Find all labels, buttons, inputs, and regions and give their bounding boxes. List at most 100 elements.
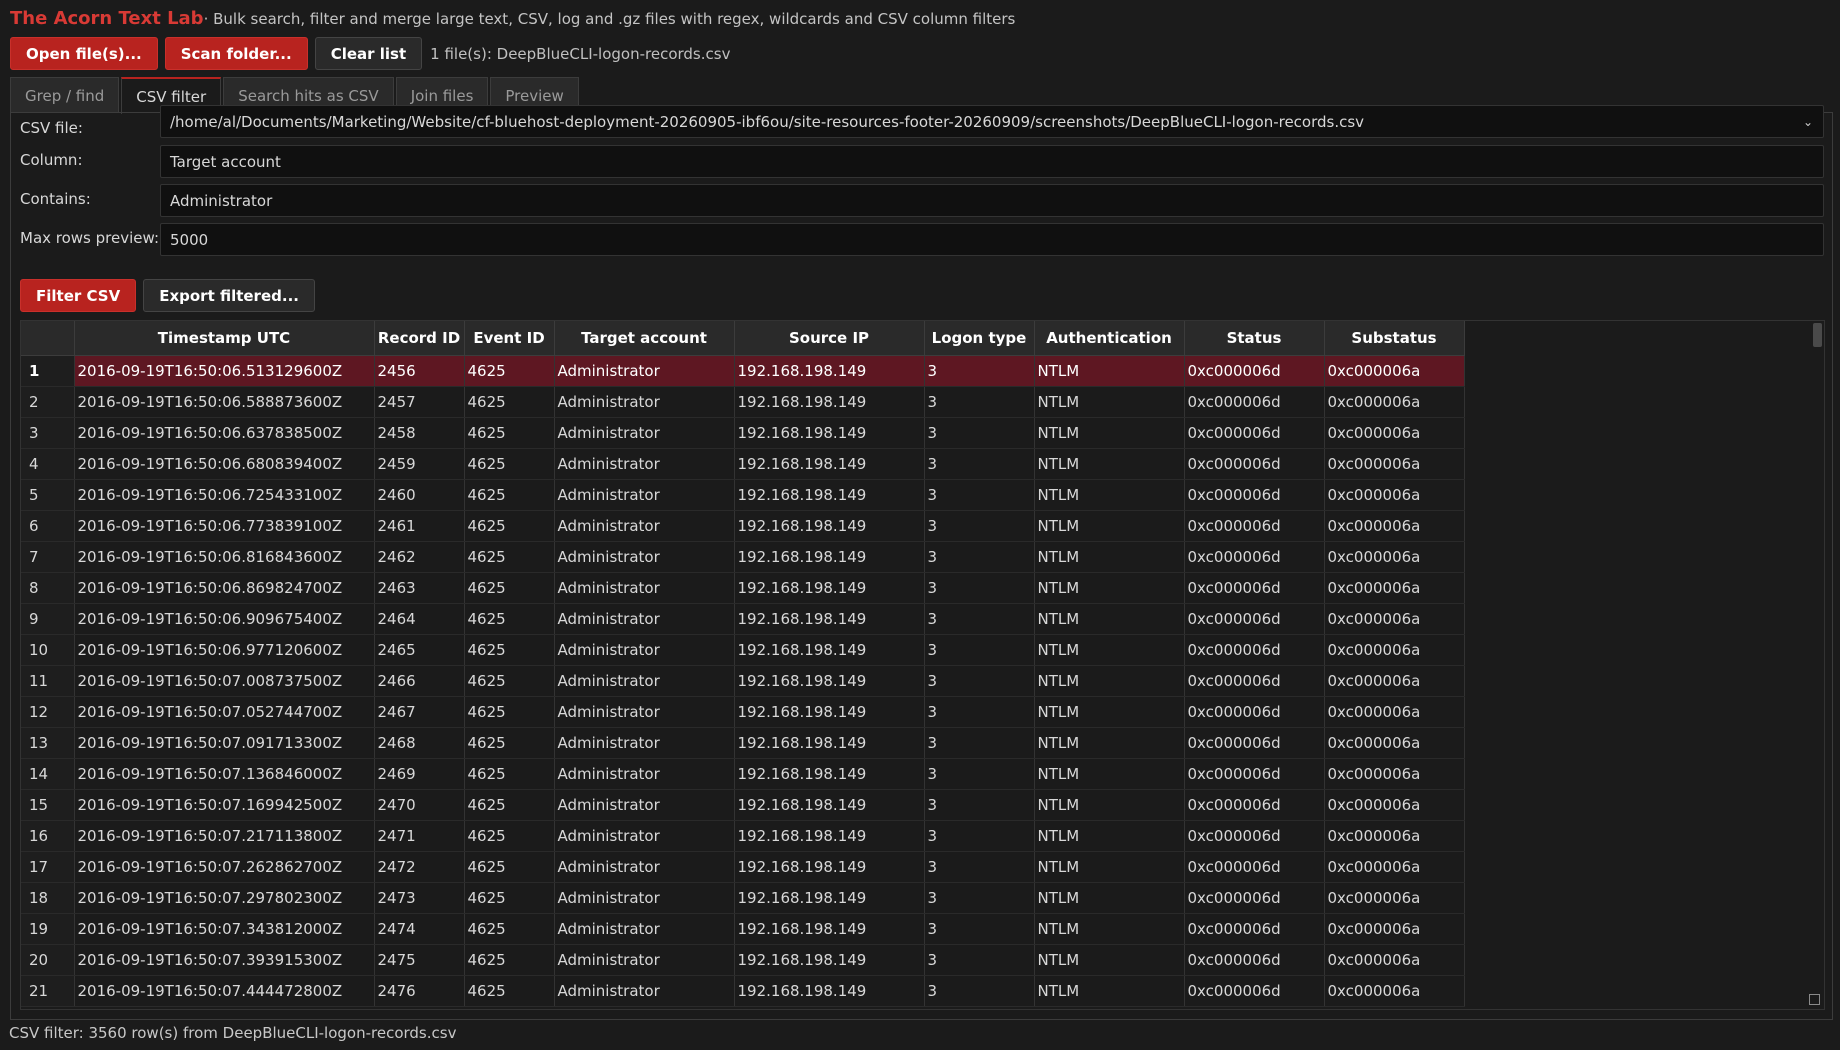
app-subtitle: · Bulk search, filter and merge large te… <box>203 10 1016 28</box>
cell-record-id: 2474 <box>374 913 465 945</box>
cell-event-id: 4625 <box>464 572 555 604</box>
cell-target-account: Administrator <box>554 386 735 418</box>
table-row[interactable]: 10 2016-09-19T16:50:06.977120600Z 2465 4625… <box>21 634 1465 666</box>
cell-authentication: NTLM <box>1034 820 1185 852</box>
vertical-scrollbar[interactable] <box>1810 321 1824 1009</box>
cell-source-ip: 192.168.198.149 <box>734 975 925 1007</box>
column-header-target-account[interactable]: Target account <box>554 321 735 356</box>
chevron-down-icon[interactable]: ⌄ <box>1801 115 1815 129</box>
table-row[interactable]: 1 2016-09-19T16:50:06.513129600Z 2456 4625 A… <box>21 355 1465 387</box>
cell-rownum: 12 <box>21 696 75 728</box>
column-value: Target account <box>170 152 281 171</box>
table-row[interactable]: 13 2016-09-19T16:50:07.091713300Z 2468 4625… <box>21 727 1465 759</box>
cell-status: 0xc000006d <box>1184 448 1325 480</box>
cell-substatus: 0xc000006a <box>1324 417 1465 449</box>
cell-target-account: Administrator <box>554 696 735 728</box>
table-row[interactable]: 17 2016-09-19T16:50:07.262862700Z 2472 4625… <box>21 851 1465 883</box>
cell-timestamp: 2016-09-19T16:50:07.008737500Z <box>74 665 375 697</box>
cell-status: 0xc000006d <box>1184 789 1325 821</box>
cell-status: 0xc000006d <box>1184 758 1325 790</box>
cell-substatus: 0xc000006a <box>1324 634 1465 666</box>
cell-status: 0xc000006d <box>1184 541 1325 573</box>
resize-grip-icon[interactable] <box>1809 994 1820 1005</box>
cell-source-ip: 192.168.198.149 <box>734 479 925 511</box>
table-row[interactable]: 12 2016-09-19T16:50:07.052744700Z 2467 4625… <box>21 696 1465 728</box>
csv-file-select[interactable]: /home/al/Documents/Marketing/Website/cf-… <box>160 105 1824 138</box>
column-header-authentication[interactable]: Authentication <box>1034 321 1185 356</box>
contains-field[interactable]: Administrator <box>160 184 1824 217</box>
cell-target-account: Administrator <box>554 634 735 666</box>
scrollbar-thumb[interactable] <box>1813 323 1822 347</box>
scan-folder-button[interactable]: Scan folder... <box>164 37 308 70</box>
table-row[interactable]: 11 2016-09-19T16:50:07.008737500Z 2466 4625… <box>21 665 1465 697</box>
column-field[interactable]: Target account <box>160 145 1824 178</box>
clear-list-button[interactable]: Clear list <box>314 37 423 70</box>
cell-rownum: 7 <box>21 541 75 573</box>
table-row[interactable]: 4 2016-09-19T16:50:06.680839400Z 2459 4625 A… <box>21 448 1465 480</box>
cell-target-account: Administrator <box>554 882 735 914</box>
table-row[interactable]: 6 2016-09-19T16:50:06.773839100Z 2461 4625 A… <box>21 510 1465 542</box>
cell-status: 0xc000006d <box>1184 882 1325 914</box>
column-header-rownum[interactable] <box>21 321 75 356</box>
cell-target-account: Administrator <box>554 665 735 697</box>
table-row[interactable]: 2 2016-09-19T16:50:06.588873600Z 2457 4625 A… <box>21 386 1465 418</box>
column-header-substatus[interactable]: Substatus <box>1324 321 1465 356</box>
column-header-logon-type[interactable]: Logon type <box>924 321 1035 356</box>
table-row[interactable]: 5 2016-09-19T16:50:06.725433100Z 2460 4625 A… <box>21 479 1465 511</box>
cell-target-account: Administrator <box>554 479 735 511</box>
table-row[interactable]: 3 2016-09-19T16:50:06.637838500Z 2458 4625 A… <box>21 417 1465 449</box>
csv-file-label: CSV file: <box>20 119 83 137</box>
cell-logon-type: 3 <box>924 851 1035 883</box>
cell-event-id: 4625 <box>464 510 555 542</box>
cell-logon-type: 3 <box>924 479 1035 511</box>
cell-authentication: NTLM <box>1034 789 1185 821</box>
column-header-event-id[interactable]: Event ID <box>464 321 555 356</box>
cell-record-id: 2469 <box>374 758 465 790</box>
table-row[interactable]: 20 2016-09-19T16:50:07.393915300Z 2475 4625… <box>21 944 1465 976</box>
cell-timestamp: 2016-09-19T16:50:06.909675400Z <box>74 603 375 635</box>
cell-rownum: 3 <box>21 417 75 449</box>
cell-source-ip: 192.168.198.149 <box>734 510 925 542</box>
table-row[interactable]: 18 2016-09-19T16:50:07.297802300Z 2473 4625… <box>21 882 1465 914</box>
cell-record-id: 2467 <box>374 696 465 728</box>
table-row[interactable]: 19 2016-09-19T16:50:07.343812000Z 2474 4625… <box>21 913 1465 945</box>
table-row[interactable]: 21 2016-09-19T16:50:07.444472800Z 2476 4625… <box>21 975 1465 1007</box>
cell-timestamp: 2016-09-19T16:50:07.262862700Z <box>74 851 375 883</box>
cell-authentication: NTLM <box>1034 541 1185 573</box>
cell-record-id: 2466 <box>374 665 465 697</box>
cell-substatus: 0xc000006a <box>1324 386 1465 418</box>
max-rows-field[interactable]: 5000 <box>160 223 1824 256</box>
cell-substatus: 0xc000006a <box>1324 479 1465 511</box>
table-row[interactable]: 9 2016-09-19T16:50:06.909675400Z 2464 4625 A… <box>21 603 1465 635</box>
cell-substatus: 0xc000006a <box>1324 882 1465 914</box>
cell-record-id: 2465 <box>374 634 465 666</box>
cell-record-id: 2472 <box>374 851 465 883</box>
table-row[interactable]: 8 2016-09-19T16:50:06.869824700Z 2463 4625 A… <box>21 572 1465 604</box>
cell-timestamp: 2016-09-19T16:50:07.091713300Z <box>74 727 375 759</box>
cell-status: 0xc000006d <box>1184 417 1325 449</box>
cell-logon-type: 3 <box>924 541 1035 573</box>
column-header-timestamp[interactable]: Timestamp UTC <box>74 321 375 356</box>
cell-authentication: NTLM <box>1034 448 1185 480</box>
export-filtered-button[interactable]: Export filtered... <box>143 279 315 312</box>
column-header-status[interactable]: Status <box>1184 321 1325 356</box>
table-row[interactable]: 14 2016-09-19T16:50:07.136846000Z 2469 4625… <box>21 758 1465 790</box>
filter-csv-button[interactable]: Filter CSV <box>20 279 137 312</box>
column-label: Column: <box>20 151 83 169</box>
cell-substatus: 0xc000006a <box>1324 789 1465 821</box>
cell-authentication: NTLM <box>1034 634 1185 666</box>
column-header-source-ip[interactable]: Source IP <box>734 321 925 356</box>
cell-authentication: NTLM <box>1034 975 1185 1007</box>
cell-timestamp: 2016-09-19T16:50:07.052744700Z <box>74 696 375 728</box>
open-files-button[interactable]: Open file(s)... <box>10 37 158 70</box>
column-header-record-id[interactable]: Record ID <box>374 321 465 356</box>
cell-authentication: NTLM <box>1034 727 1185 759</box>
table-row[interactable]: 16 2016-09-19T16:50:07.217113800Z 2471 4625… <box>21 820 1465 852</box>
table-row[interactable]: 15 2016-09-19T16:50:07.169942500Z 2470 4625… <box>21 789 1465 821</box>
table-body: 1 2016-09-19T16:50:06.513129600Z 2456 4625 A… <box>21 355 1465 1007</box>
cell-rownum: 4 <box>21 448 75 480</box>
table-row[interactable]: 7 2016-09-19T16:50:06.816843600Z 2462 4625 A… <box>21 541 1465 573</box>
cell-logon-type: 3 <box>924 944 1035 976</box>
cell-rownum: 9 <box>21 603 75 635</box>
cell-logon-type: 3 <box>924 386 1035 418</box>
